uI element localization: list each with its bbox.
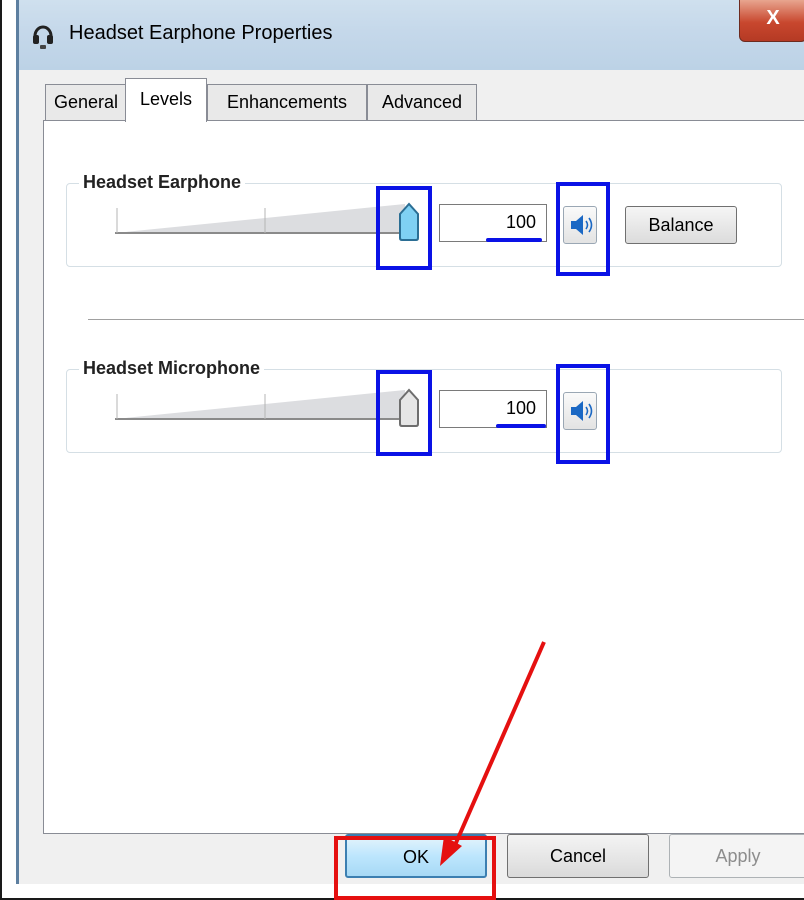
tab-advanced[interactable]: Advanced (367, 84, 477, 120)
speaker-icon (571, 215, 593, 235)
tab-levels[interactable]: Levels (125, 78, 207, 122)
microphone-volume-slider[interactable] (115, 386, 415, 426)
tab-enhancements[interactable]: Enhancements (207, 84, 367, 120)
earphone-slider-thumb[interactable] (397, 202, 421, 242)
window-title: Headset Earphone Properties (69, 22, 333, 44)
annotation-underline-microphone-value (496, 424, 546, 428)
apply-button[interactable]: Apply (669, 834, 804, 878)
levels-panel: Headset Earphone 100 Balance Headset Mic… (43, 120, 804, 834)
microphone-group: Headset Microphone 100 (66, 358, 782, 453)
balance-button[interactable]: Balance (625, 206, 737, 244)
earphone-volume-slider[interactable] (115, 200, 415, 240)
microphone-label: Headset Microphone (79, 358, 265, 379)
close-button[interactable]: X (739, 0, 804, 42)
earphone-group: Headset Earphone 100 Balance (66, 172, 782, 267)
earphone-mute-button[interactable] (563, 206, 597, 244)
headset-icon (33, 25, 53, 49)
earphone-label: Headset Earphone (79, 172, 246, 193)
microphone-slider-thumb[interactable] (397, 388, 421, 428)
annotation-underline-earphone-value (486, 238, 542, 242)
properties-dialog: Headset Earphone Properties X General Le… (16, 0, 804, 884)
tab-general[interactable]: General (45, 84, 127, 120)
microphone-mute-button[interactable] (563, 392, 597, 430)
ok-button[interactable]: OK (345, 834, 487, 878)
title-bar[interactable]: Headset Earphone Properties X (19, 0, 804, 70)
speaker-icon (571, 401, 593, 421)
cancel-button[interactable]: Cancel (507, 834, 649, 878)
earphone-level-value[interactable]: 100 (439, 204, 547, 242)
separator (88, 319, 804, 320)
microphone-level-value[interactable]: 100 (439, 390, 547, 428)
